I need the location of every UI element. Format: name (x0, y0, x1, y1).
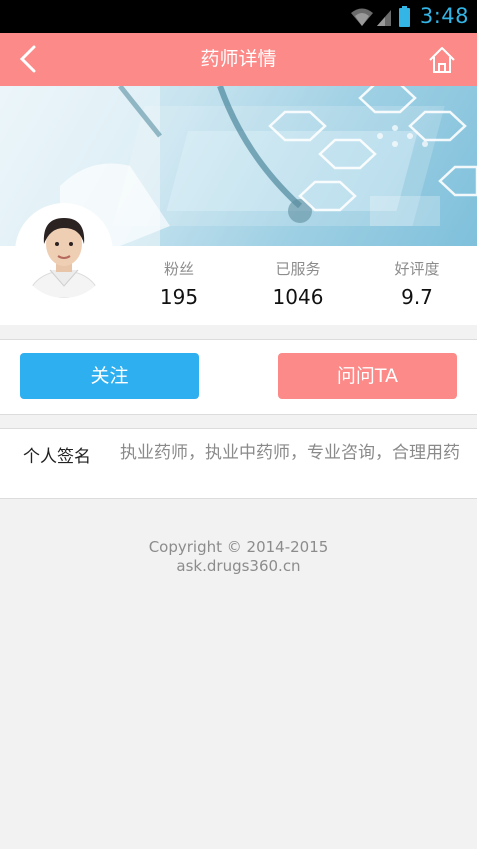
copyright-text: Copyright © 2014-2015 (148, 538, 329, 556)
status-time: 3:48 (419, 4, 469, 28)
home-icon[interactable] (427, 45, 457, 75)
pharmacist-avatar (18, 206, 110, 298)
stat-rating-value: 9.7 (401, 285, 433, 309)
stat-served-label: 已服务 (275, 260, 321, 278)
status-icons (351, 6, 410, 27)
follow-button[interactable]: 关注 (20, 353, 199, 399)
stat-fans-label: 粉丝 (163, 260, 194, 278)
stat-rating-label: 好评度 (394, 260, 440, 278)
stat-rating: 好评度 9.7 (362, 246, 472, 309)
stat-fans: 粉丝 195 (124, 246, 234, 309)
stat-fans-value: 195 (159, 285, 199, 309)
wifi-icon (351, 8, 373, 26)
battery-icon (399, 6, 410, 27)
status-bar: 3:48 (0, 0, 477, 33)
signature-section: 个人签名 执业药师，执业中药师，专业咨询，合理用药 (0, 428, 477, 499)
app-header: 药师详情 (0, 33, 477, 86)
ask-button[interactable]: 问问TA (278, 353, 457, 399)
signature-label: 个人签名 (23, 447, 91, 467)
stat-served-value: 1046 (272, 285, 324, 309)
page-title: 药师详情 (200, 48, 277, 70)
stat-served: 已服务 1046 (243, 246, 353, 309)
signal-icon (377, 10, 391, 26)
site-url: ask.drugs360.cn (176, 557, 301, 575)
footer: Copyright © 2014-2015 ask.drugs360.cn (0, 538, 477, 576)
signature-text: 执业药师，执业中药师，专业咨询，合理用药 (120, 443, 460, 463)
action-buttons-row: 关注 问问TA (0, 339, 477, 415)
